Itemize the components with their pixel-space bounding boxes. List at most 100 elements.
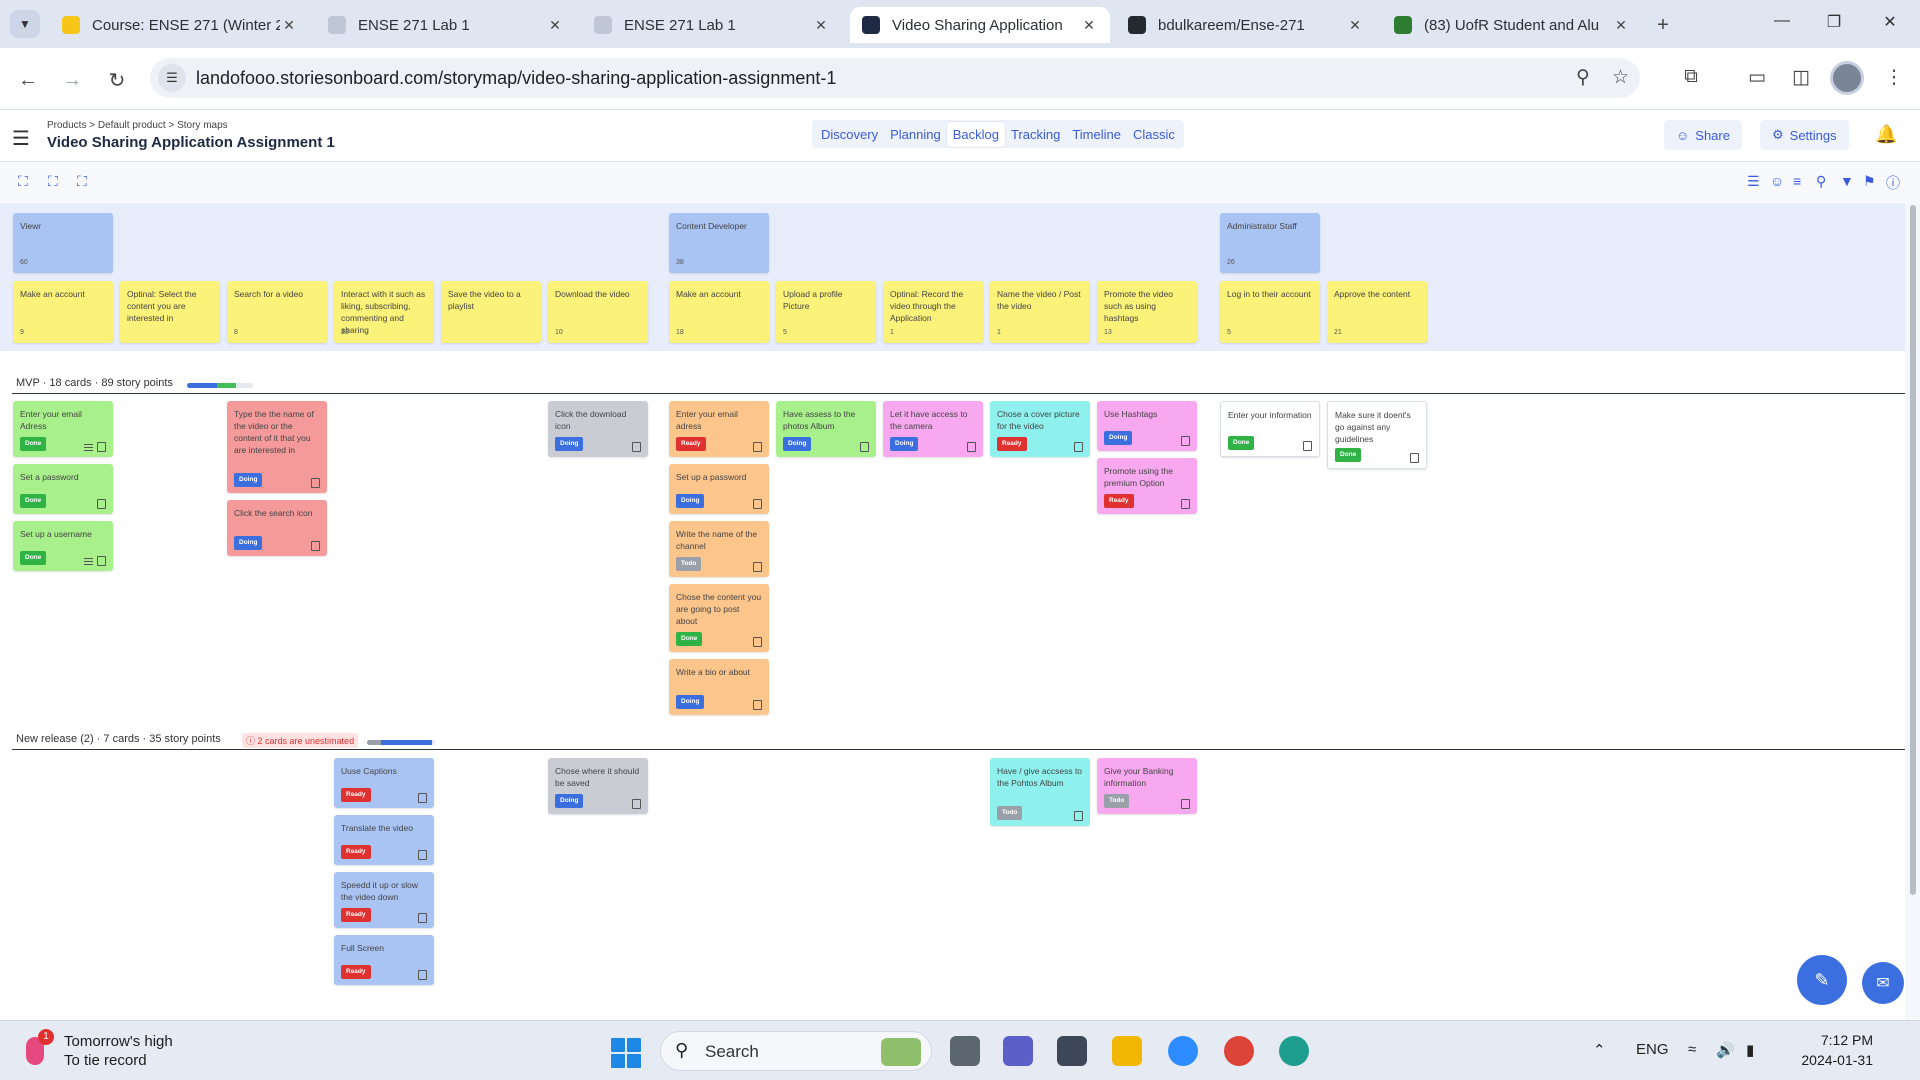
side-panel-icon[interactable]: ◫ <box>1787 66 1815 89</box>
expand-icon[interactable]: ⛶ <box>48 173 58 190</box>
breadcrumb[interactable]: Products > Default product > Story maps <box>47 120 228 131</box>
status-badge[interactable]: Doing <box>555 794 584 808</box>
card-details-icon[interactable] <box>632 799 641 809</box>
story-card[interactable]: Promote using the premium Option Ready <box>1097 458 1197 514</box>
tab-close-icon[interactable]: ✕ <box>1080 17 1098 34</box>
mvp-release-label[interactable]: MVP · 18 cards · 89 story points <box>16 377 173 389</box>
minimize-icon[interactable]: — <box>1767 12 1797 30</box>
story-card[interactable]: Write the name of the channel Todo <box>669 521 769 577</box>
status-badge[interactable]: Ready <box>341 965 371 979</box>
story-card[interactable]: Set up a password Doing <box>669 464 769 514</box>
view-tab-backlog[interactable]: Backlog <box>946 121 1005 147</box>
card-details-icon[interactable] <box>632 442 641 452</box>
feedback-button[interactable]: ✎ <box>1797 955 1847 1005</box>
status-badge[interactable]: Done <box>20 551 47 565</box>
address-bar[interactable]: ☰ landofooo.storiesonboard.com/storymap/… <box>150 58 1640 98</box>
status-badge[interactable]: Todo <box>676 557 702 571</box>
browser-tab[interactable]: ENSE 271 Lab 1 ✕ <box>316 7 576 43</box>
weather-line-1[interactable]: Tomorrow's high <box>64 1033 173 1050</box>
person-filter-icon[interactable]: ☺ <box>1770 173 1784 189</box>
step-card[interactable]: Upload a profile Picture 5 <box>776 281 876 343</box>
sliders-icon[interactable]: ≡ <box>1793 173 1801 189</box>
status-badge[interactable]: Ready <box>341 788 371 802</box>
card-details-icon[interactable] <box>97 499 106 509</box>
status-badge[interactable]: Doing <box>676 695 705 709</box>
windows-start-icon[interactable] <box>611 1038 641 1068</box>
story-card[interactable]: Give your Banking information Todo <box>1097 758 1197 814</box>
step-card[interactable]: Log in to their account 5 <box>1220 281 1320 343</box>
tray-chevron-up-icon[interactable]: ⌃ <box>1593 1041 1606 1059</box>
cast-icon[interactable]: ▭ <box>1743 66 1771 89</box>
card-details-icon[interactable] <box>311 478 320 488</box>
browser-tab[interactable]: Course: ENSE 271 (Winter 2 ✕ <box>50 7 310 43</box>
language-indicator[interactable]: ENG <box>1636 1041 1669 1058</box>
status-badge[interactable]: Doing <box>783 437 812 451</box>
persona-card[interactable]: Viewr 60 <box>13 213 113 273</box>
task-view-icon[interactable] <box>950 1036 980 1066</box>
settings-button[interactable]: ⚙ Settings <box>1760 120 1849 150</box>
volume-icon[interactable]: 🔊 <box>1716 1041 1735 1059</box>
tab-close-icon[interactable]: ✕ <box>1346 17 1364 34</box>
view-tab-timeline[interactable]: Timeline <box>1066 122 1127 147</box>
story-card[interactable]: Click the download icon Doing <box>548 401 648 457</box>
status-badge[interactable]: Doing <box>234 473 263 487</box>
card-details-icon[interactable] <box>418 913 427 923</box>
status-badge[interactable]: Doing <box>676 494 705 508</box>
browser-tab[interactable]: (83) UofR Student and Alu ✕ <box>1382 7 1642 43</box>
step-card[interactable]: Promote the video such as using hashtags… <box>1097 281 1197 343</box>
tab-close-icon[interactable]: ✕ <box>280 17 298 34</box>
card-details-icon[interactable] <box>311 541 320 551</box>
persona-card[interactable]: Administrator Staff 26 <box>1220 213 1320 273</box>
back-arrow-icon[interactable]: ← <box>14 66 42 94</box>
card-details-icon[interactable] <box>753 442 762 452</box>
card-details-icon[interactable] <box>753 700 762 710</box>
tab-close-icon[interactable]: ✕ <box>812 17 830 34</box>
story-card[interactable]: Translate the video Ready <box>334 815 434 865</box>
status-badge[interactable]: Ready <box>676 437 706 451</box>
story-card[interactable]: Set a password Done <box>13 464 113 514</box>
browser-tab[interactable]: bdulkareem/Ense-271 ✕ <box>1116 7 1376 43</box>
status-badge[interactable]: Ready <box>341 845 371 859</box>
status-badge[interactable]: Done <box>1228 436 1255 450</box>
share-button[interactable]: ☺ Share <box>1664 120 1742 150</box>
snipping-tool-icon[interactable] <box>1057 1036 1087 1066</box>
story-card[interactable]: Enter your information Done <box>1220 401 1320 457</box>
status-badge[interactable]: Ready <box>997 437 1027 451</box>
status-badge[interactable]: Doing <box>1104 431 1133 445</box>
expand-all-icon[interactable]: ⛶ <box>18 173 28 190</box>
card-details-icon[interactable] <box>97 442 106 452</box>
card-details-icon[interactable] <box>967 442 976 452</box>
persona-card[interactable]: Content Developer 38 <box>669 213 769 273</box>
restore-icon[interactable]: ❐ <box>1819 12 1849 32</box>
battery-icon[interactable]: ▮ <box>1746 1041 1754 1059</box>
step-card[interactable]: Name the video / Post the video 1 <box>990 281 1090 343</box>
reload-icon[interactable]: ↻ <box>103 66 131 94</box>
story-card[interactable]: Use Hashtags Doing <box>1097 401 1197 451</box>
card-details-icon[interactable] <box>753 637 762 647</box>
status-badge[interactable]: Todo <box>997 806 1023 820</box>
status-badge[interactable]: Done <box>20 494 47 508</box>
browser-tab[interactable]: ENSE 271 Lab 1 ✕ <box>582 7 842 43</box>
view-tab-classic[interactable]: Classic <box>1127 122 1181 147</box>
tag-icon[interactable]: ⚑ <box>1863 173 1876 190</box>
story-card[interactable]: Type the the name of the video or the co… <box>227 401 327 493</box>
card-details-icon[interactable] <box>1181 436 1190 446</box>
card-details-icon[interactable] <box>418 850 427 860</box>
new-tab-button[interactable]: + <box>1650 12 1676 38</box>
step-card[interactable]: Approve the content 21 <box>1327 281 1427 343</box>
card-details-icon[interactable] <box>753 499 762 509</box>
clock-time[interactable]: 7:12 PM <box>1783 1032 1873 1048</box>
status-badge[interactable]: Doing <box>555 437 584 451</box>
browser-tab[interactable]: Video Sharing Application ✕ <box>850 7 1110 43</box>
card-details-icon[interactable] <box>753 562 762 572</box>
clock-date[interactable]: 2024-01-31 <box>1783 1052 1873 1068</box>
taskbar-search-box[interactable]: ⚲ Search <box>660 1031 932 1071</box>
story-card[interactable]: Enter your email adress Ready <box>669 401 769 457</box>
wifi-icon[interactable]: ≈ <box>1688 1041 1696 1058</box>
more-menu-icon[interactable]: ⋮ <box>1880 66 1908 89</box>
view-tab-planning[interactable]: Planning <box>884 122 947 147</box>
story-card[interactable]: Speedd it up or slow the video down Ready <box>334 872 434 928</box>
close-window-icon[interactable]: ✕ <box>1875 12 1905 32</box>
card-details-icon[interactable] <box>1074 811 1083 821</box>
forward-arrow-icon[interactable]: → <box>58 66 86 94</box>
